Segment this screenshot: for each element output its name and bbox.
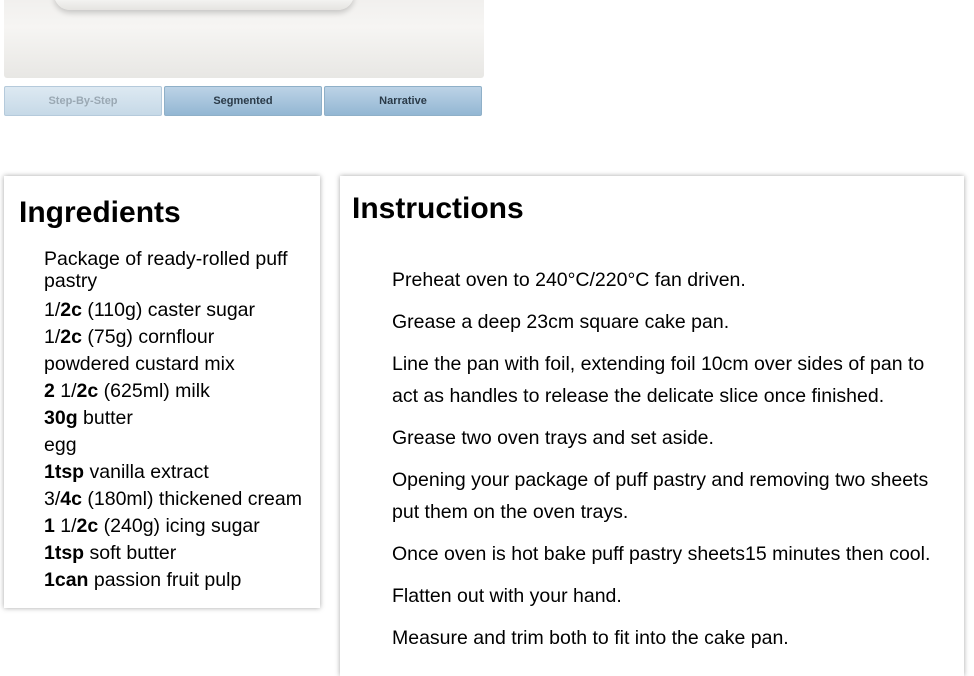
ingredient-name: powdered custard mix <box>44 353 235 375</box>
ingredient-item: powdered custard mix <box>44 351 314 378</box>
ingredient-qty: 4c <box>60 488 82 510</box>
instructions-list: Preheat oven to 240°C/220°C fan driven. G… <box>392 264 952 664</box>
ingredient-qty: 2c <box>60 299 82 321</box>
tab-narrative[interactable]: Narrative <box>324 86 482 116</box>
instructions-title: Instructions <box>352 192 524 225</box>
ingredient-qty: 2 <box>44 380 55 402</box>
ingredient-name: egg <box>44 434 77 456</box>
ingredient-qty: 2c <box>60 326 82 348</box>
ingredient-item: 1/2c (110g) caster sugar <box>44 297 314 324</box>
recipe-photo <box>4 0 484 78</box>
ingredient-name: (180ml) thickened cream <box>81 488 302 510</box>
ingredient-item: 3/4c (180ml) thickened cream <box>44 486 314 513</box>
ingredient-item: 1/2c (75g) cornflour <box>44 324 314 351</box>
instruction-step: Preheat oven to 240°C/220°C fan driven. <box>392 269 746 291</box>
ingredient-name: (75g) cornflour <box>81 326 215 348</box>
ingredient-name: vanilla extract <box>84 461 209 483</box>
ingredient-qty: 2c <box>76 515 99 537</box>
ingredient-name: butter <box>77 407 133 429</box>
ingredient-item: 2 1/2c (625ml) milk <box>44 378 314 405</box>
instruction-step: Measure and trim both to fit into the ca… <box>392 627 789 649</box>
ingredient-qty: 1/ <box>44 299 61 321</box>
ingredient-name: (625ml) milk <box>98 380 210 402</box>
instruction-step: Opening your package of puff pastry and … <box>392 469 929 523</box>
ingredient-name: passion fruit pulp <box>88 569 242 591</box>
ingredient-item: 1can passion fruit pulp <box>44 567 314 594</box>
instruction-step: Flatten out with your hand. <box>392 585 622 607</box>
ingredients-title: Ingredients <box>19 196 181 229</box>
ingredient-name: (110g) caster sugar <box>81 299 256 321</box>
tab-step-by-step[interactable]: Step-By-Step <box>4 86 162 116</box>
ingredient-qty: 2c <box>76 380 99 402</box>
ingredient-qty: 30g <box>44 407 78 429</box>
instruction-step: Line the pan with foil, extending foil 1… <box>392 353 925 407</box>
instructions-panel: Instructions Preheat oven to 240°C/220°C… <box>340 176 964 676</box>
ingredient-qty: 1/ <box>44 326 61 348</box>
ingredient-qty: 1tsp <box>44 461 85 483</box>
ingredient-qty: 3/ <box>44 488 61 510</box>
ingredients-list: Package of ready-rolled puff pastry 1/2c … <box>44 248 314 594</box>
instruction-step: Once oven is hot bake puff pastry sheets… <box>392 543 931 565</box>
ingredient-name: Package of ready-rolled puff pastry <box>44 248 288 292</box>
tab-segmented[interactable]: Segmented <box>164 86 322 116</box>
ingredients-panel: Ingredients Package of ready-rolled puff… <box>4 176 320 608</box>
ingredient-qty: 1/ <box>54 515 77 537</box>
ingredient-item: egg <box>44 432 314 459</box>
ingredient-qty: 1can <box>44 569 89 591</box>
ingredient-item: 1 1/2c (240g) icing sugar <box>44 513 314 540</box>
ingredient-qty: 1/ <box>54 380 77 402</box>
instruction-step: Grease a deep 23cm square cake pan. <box>392 311 730 333</box>
plate-image <box>54 0 354 10</box>
ingredient-item: 1tsp vanilla extract <box>44 459 314 486</box>
ingredient-item: Package of ready-rolled puff pastry <box>44 248 314 292</box>
ingredient-name: (240g) icing sugar <box>98 515 260 537</box>
ingredient-item: 1tsp soft butter <box>44 540 314 567</box>
ingredient-qty: 1 <box>44 515 55 537</box>
instruction-step: Grease two oven trays and set aside. <box>392 427 714 449</box>
ingredient-name: soft butter <box>84 542 177 564</box>
ingredient-qty: 1tsp <box>44 542 85 564</box>
ingredient-item: 30g butter <box>44 405 314 432</box>
